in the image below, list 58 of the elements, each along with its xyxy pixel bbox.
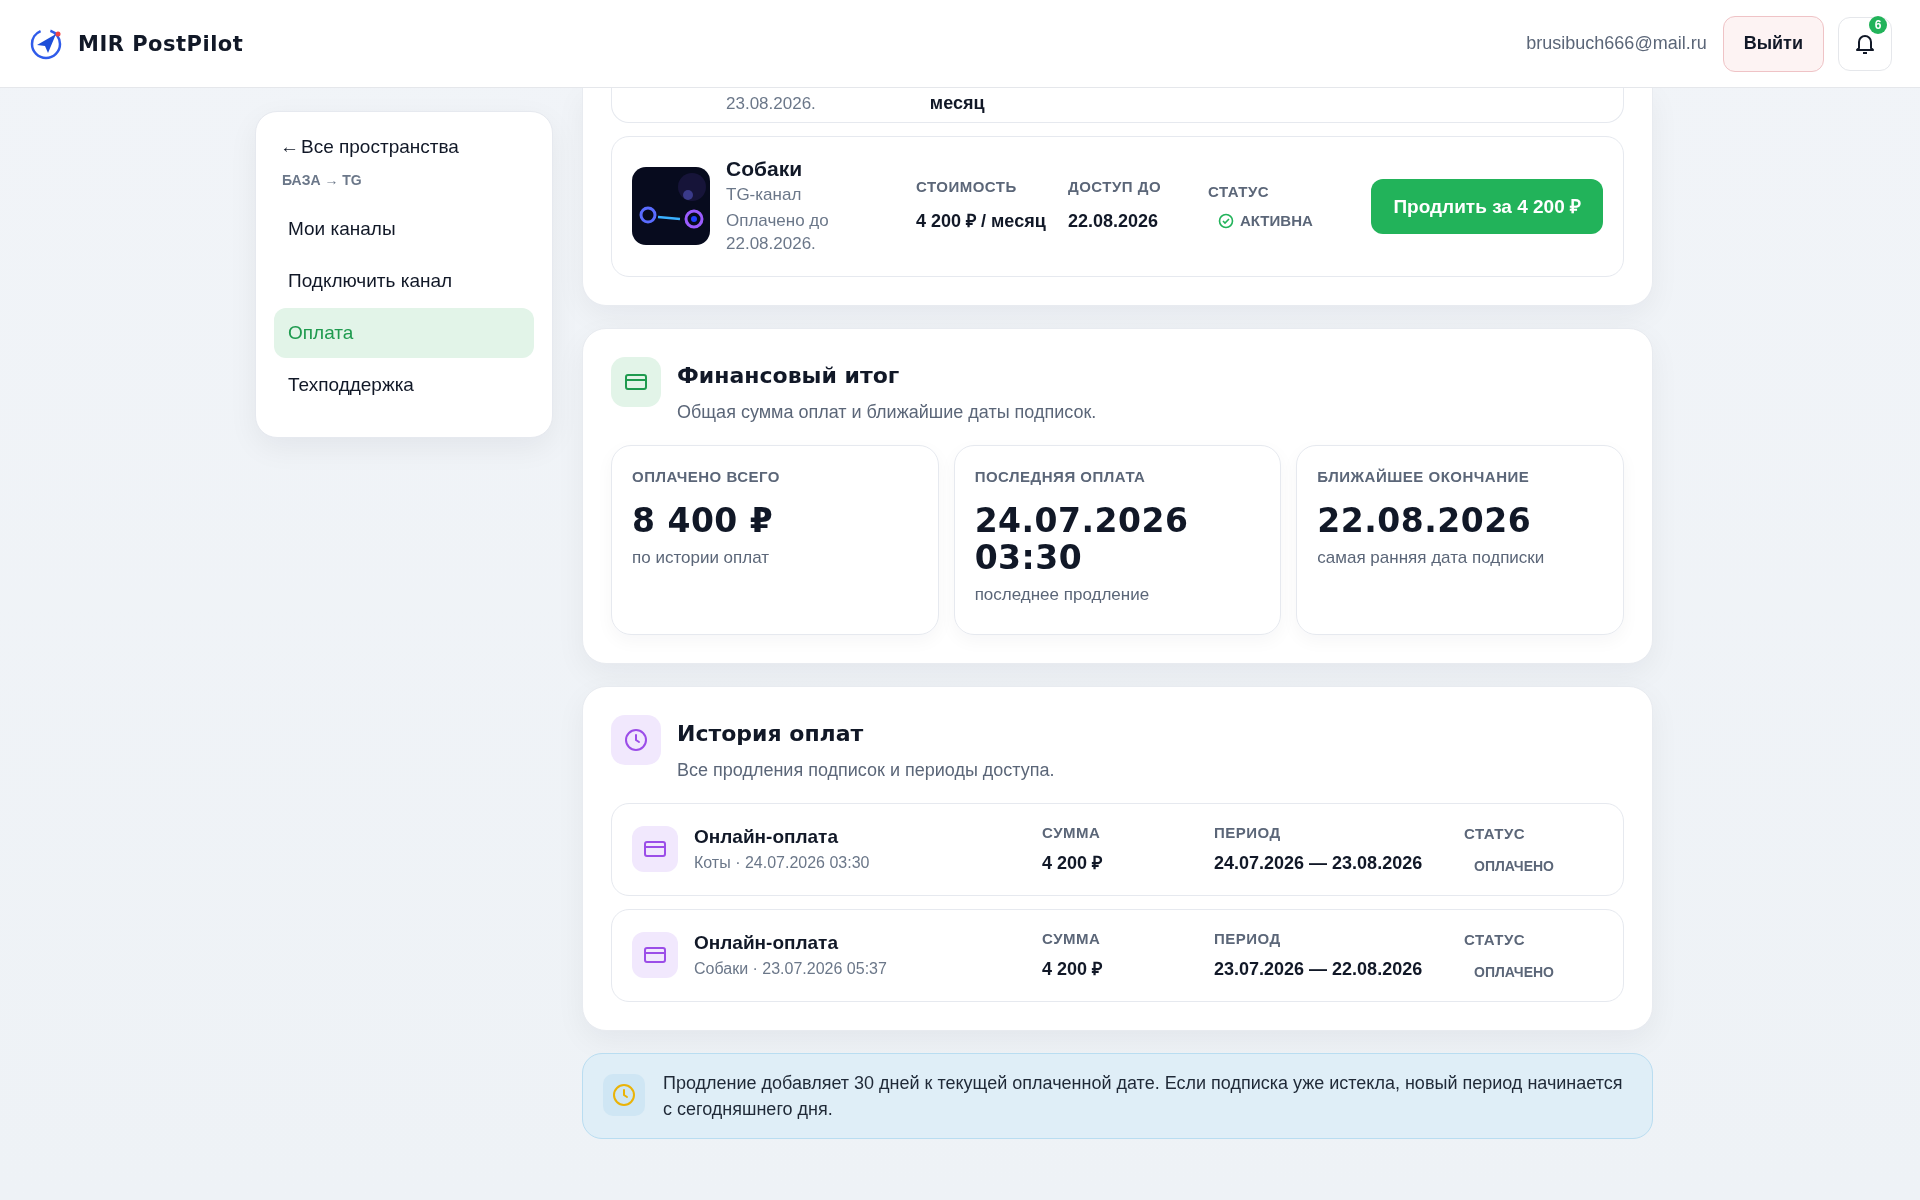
period-label: ПЕРИОД xyxy=(1214,930,1282,947)
breadcrumb: БАЗА → TG xyxy=(282,172,363,188)
credit-card-icon xyxy=(644,840,666,859)
user-email: brusibuch666@mail.ru xyxy=(1526,33,1707,54)
paid-until: 23.08.2026. xyxy=(726,94,816,114)
access-label: ДОСТУП ДО xyxy=(1068,177,1163,195)
amount-label: СУММА xyxy=(1042,824,1102,841)
price: 4 200 ₽ / месяц xyxy=(916,209,1047,233)
sidebar-item[interactable]: Подключить канал xyxy=(274,256,534,306)
status-text: ОПЛАЧЕНО xyxy=(1473,963,1555,980)
period-label: ПЕРИОД xyxy=(1214,824,1282,841)
stat-value: 24.07.2026 03:30 xyxy=(974,502,1190,577)
stat-label: ОПЛАЧЕНО ВСЕГО xyxy=(632,467,781,485)
back-arrow[interactable]: ← xyxy=(280,136,299,158)
stat-note: по истории оплат xyxy=(632,547,771,568)
logout-button[interactable]: Выйти xyxy=(1722,15,1824,72)
status-label: СТАТУС xyxy=(1208,183,1271,201)
logo-text: MIR PostPilot xyxy=(78,31,244,56)
channel-type: TG-канал xyxy=(726,184,803,206)
stat-note: последнее продление xyxy=(974,584,1151,605)
clock-icon xyxy=(624,727,648,752)
price-label: СТОИМОСТЬ xyxy=(916,177,1018,195)
payment-meta: Коты · 24.07.2026 03:30 xyxy=(694,854,870,873)
stat-note: самая ранняя дата подписки xyxy=(1317,547,1546,568)
status-label: СТАТУС xyxy=(1464,824,1527,842)
section-subtitle: Общая сумма оплат и ближайшие даты подписок. xyxy=(677,401,1097,423)
amount: 4 200 ₽ xyxy=(1042,959,1104,981)
status-text: АКТИВНА xyxy=(1240,212,1313,230)
bell-icon xyxy=(1855,32,1875,55)
section-title: История оплат xyxy=(677,720,865,746)
price: месяц xyxy=(929,93,985,114)
channel-name: Собаки xyxy=(726,157,804,181)
section-title: Финансовый итог xyxy=(677,362,901,388)
credit-card-icon xyxy=(644,946,666,965)
clock-icon xyxy=(612,1082,636,1107)
amount: 4 200 ₽ xyxy=(1042,853,1104,875)
payment-title: Онлайн-оплата xyxy=(694,932,839,955)
status-label: СТАТУС xyxy=(1464,930,1527,948)
notification-count: 6 xyxy=(1869,15,1887,34)
amount-label: СУММА xyxy=(1042,930,1102,947)
stat-label: ПОСЛЕДНЯЯ ОПЛАТА xyxy=(974,467,1147,485)
period: 23.07.2026 — 22.08.2026 xyxy=(1214,959,1424,981)
stat-value: 8 400 ₽ xyxy=(632,502,775,540)
access-date: 22.08.2026 xyxy=(1068,209,1160,233)
stat-value: 22.08.2026 xyxy=(1317,502,1533,540)
note-text: Продление добавляет 30 дней к текущей оплаченной дате. Если подписка уже истекла, новый период начинается с сегодняшнего дня. xyxy=(663,1071,1624,1121)
stat-label: БЛИЖАЙШЕЕ ОКОНЧАНИЕ xyxy=(1317,467,1531,485)
sidebar-item[interactable]: Мои каналы xyxy=(274,204,534,254)
period: 24.07.2026 — 23.08.2026 xyxy=(1214,853,1424,875)
payment-meta: Собаки · 23.07.2026 05:37 xyxy=(694,960,887,979)
status-text: ОПЛАЧЕНО xyxy=(1473,857,1555,874)
payment-title: Онлайн-оплата xyxy=(694,826,839,849)
credit-card-icon xyxy=(625,372,647,391)
section-subtitle: Все продления подписок и периоды доступа. xyxy=(677,759,1055,781)
back-link[interactable]: Все пространства xyxy=(301,136,459,158)
paid-until: Оплачено до 22.08.2026. xyxy=(726,209,830,255)
sidebar-item[interactable]: Техподдержка xyxy=(274,360,534,410)
check-circle-icon xyxy=(1218,212,1234,229)
